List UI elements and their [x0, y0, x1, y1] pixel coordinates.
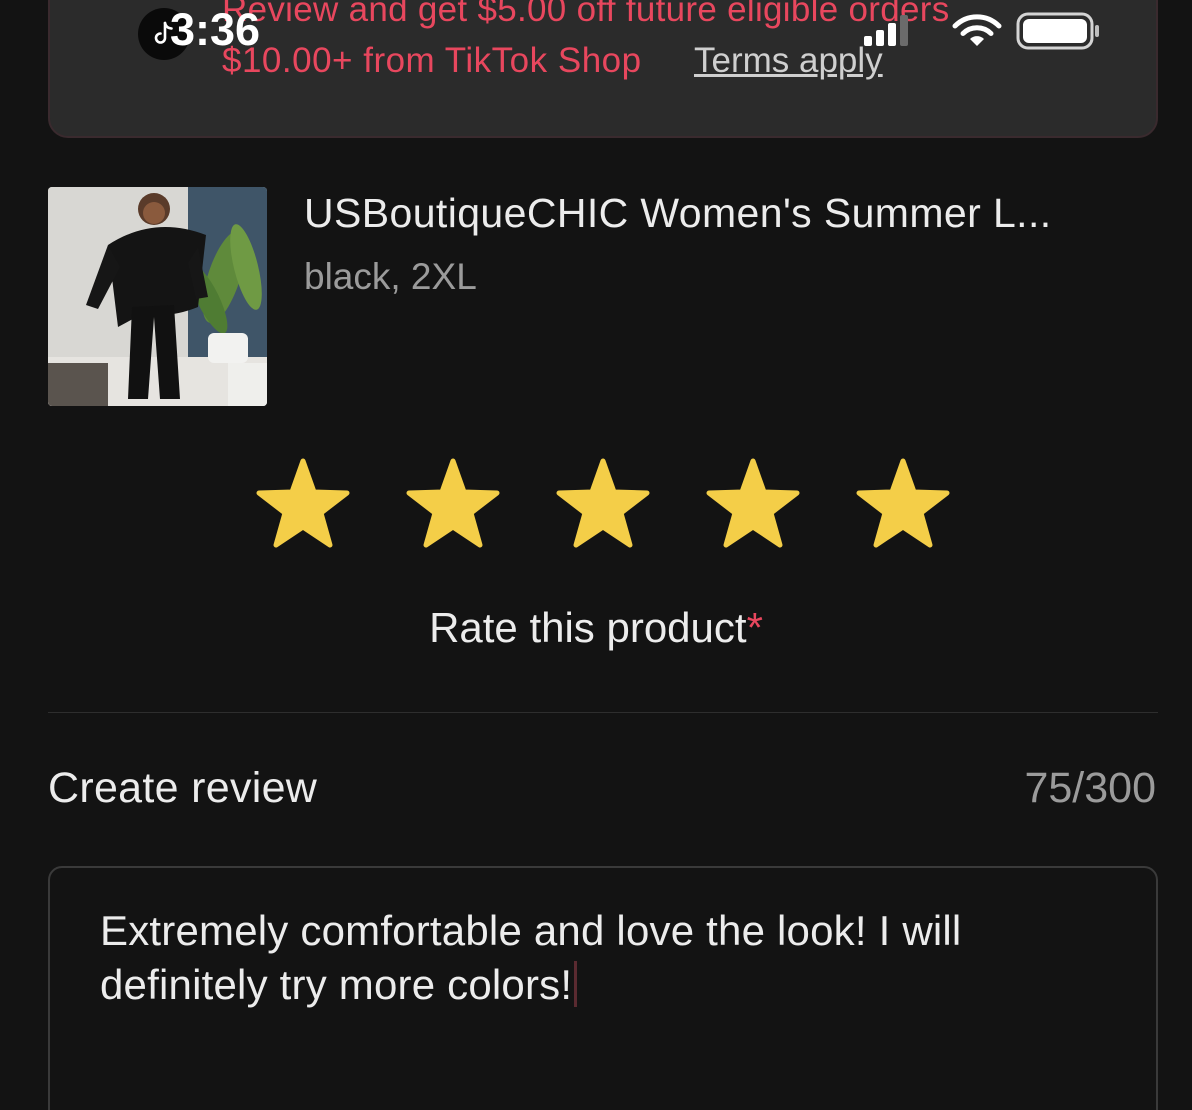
promo-text-line1: Review and get $5.00 off future eligible…	[222, 0, 950, 29]
text-cursor	[574, 961, 578, 1007]
promo-text-line2: $10.00+ from TikTok Shop	[222, 41, 642, 80]
review-text-area[interactable]: Extremely comfortable and love the look!…	[48, 866, 1158, 1110]
star-icon-4[interactable]	[705, 456, 801, 548]
star-icon-2[interactable]	[405, 456, 501, 548]
terms-apply-link[interactable]: Terms apply	[694, 41, 883, 81]
cellular-signal-icon	[862, 12, 912, 53]
star-icon-1[interactable]	[255, 456, 351, 548]
status-time: 3:36	[170, 4, 261, 55]
wifi-icon	[952, 13, 1002, 54]
rate-this-product-label: Rate this product*	[0, 604, 1192, 652]
create-review-heading: Create review	[48, 764, 318, 812]
review-page: Review and get $5.00 off future eligible…	[0, 0, 1192, 1110]
product-thumbnail[interactable]	[48, 187, 267, 406]
product-variant: black, 2XL	[304, 256, 477, 297]
star-icon-3[interactable]	[555, 456, 651, 548]
rate-label-text: Rate this product	[429, 604, 747, 651]
review-text-content[interactable]: Extremely comfortable and love the look!…	[100, 904, 1110, 1012]
character-counter: 75/300	[1024, 764, 1156, 812]
review-text-value: Extremely comfortable and love the look!…	[100, 907, 962, 1008]
battery-icon	[1016, 12, 1102, 55]
section-divider	[48, 712, 1158, 713]
star-icon-5[interactable]	[855, 456, 951, 548]
product-title: USBoutiqueCHIC Women's Summer L...	[304, 190, 1052, 236]
required-marker: *	[746, 604, 763, 651]
